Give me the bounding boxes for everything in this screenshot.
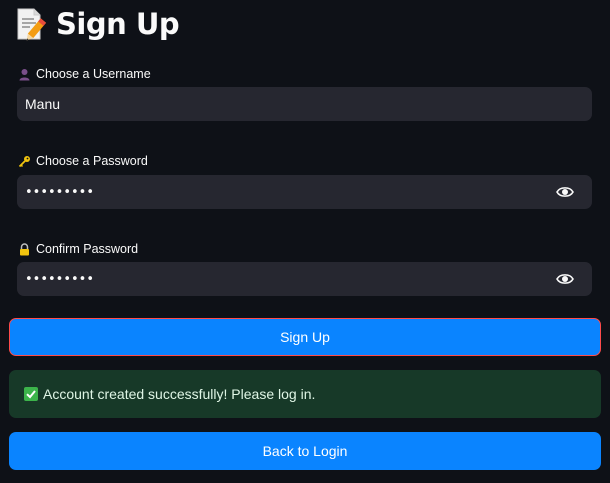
username-input[interactable]: Manu bbox=[17, 87, 592, 121]
confirm-password-input[interactable]: ••••••••• bbox=[17, 262, 592, 296]
success-alert: Account created successfully! Please log… bbox=[9, 370, 601, 418]
username-value: Manu bbox=[25, 96, 61, 112]
confirm-password-label: Confirm Password bbox=[18, 242, 138, 256]
back-to-login-button-label: Back to Login bbox=[262, 443, 348, 459]
eye-icon[interactable] bbox=[556, 184, 574, 200]
back-to-login-button[interactable]: Back to Login bbox=[9, 432, 601, 470]
success-alert-text: Account created successfully! Please log… bbox=[43, 386, 316, 402]
password-label-text: Choose a Password bbox=[36, 154, 148, 168]
lock-icon bbox=[20, 242, 29, 255]
sign-up-button[interactable]: Sign Up bbox=[9, 318, 601, 356]
key-icon bbox=[18, 155, 30, 167]
person-icon bbox=[19, 68, 30, 80]
confirm-password-value: ••••••••• bbox=[25, 271, 95, 287]
confirm-password-label-text: Confirm Password bbox=[36, 242, 139, 256]
password-input[interactable]: ••••••••• bbox=[17, 175, 592, 209]
eye-icon[interactable] bbox=[556, 271, 574, 287]
username-label: Choose a Username bbox=[18, 67, 151, 81]
page-header: Sign Up bbox=[14, 5, 180, 43]
password-label: Choose a Password bbox=[18, 154, 148, 168]
page-title: Sign Up bbox=[56, 7, 180, 41]
signup-page: Sign Up Choose a Username Manu Choose a … bbox=[0, 0, 610, 483]
sign-up-button-label: Sign Up bbox=[280, 329, 330, 345]
password-value: ••••••••• bbox=[25, 184, 95, 200]
username-label-text: Choose a Username bbox=[36, 67, 151, 81]
memo-pencil-icon bbox=[17, 8, 46, 41]
check-mark-icon bbox=[24, 387, 38, 401]
